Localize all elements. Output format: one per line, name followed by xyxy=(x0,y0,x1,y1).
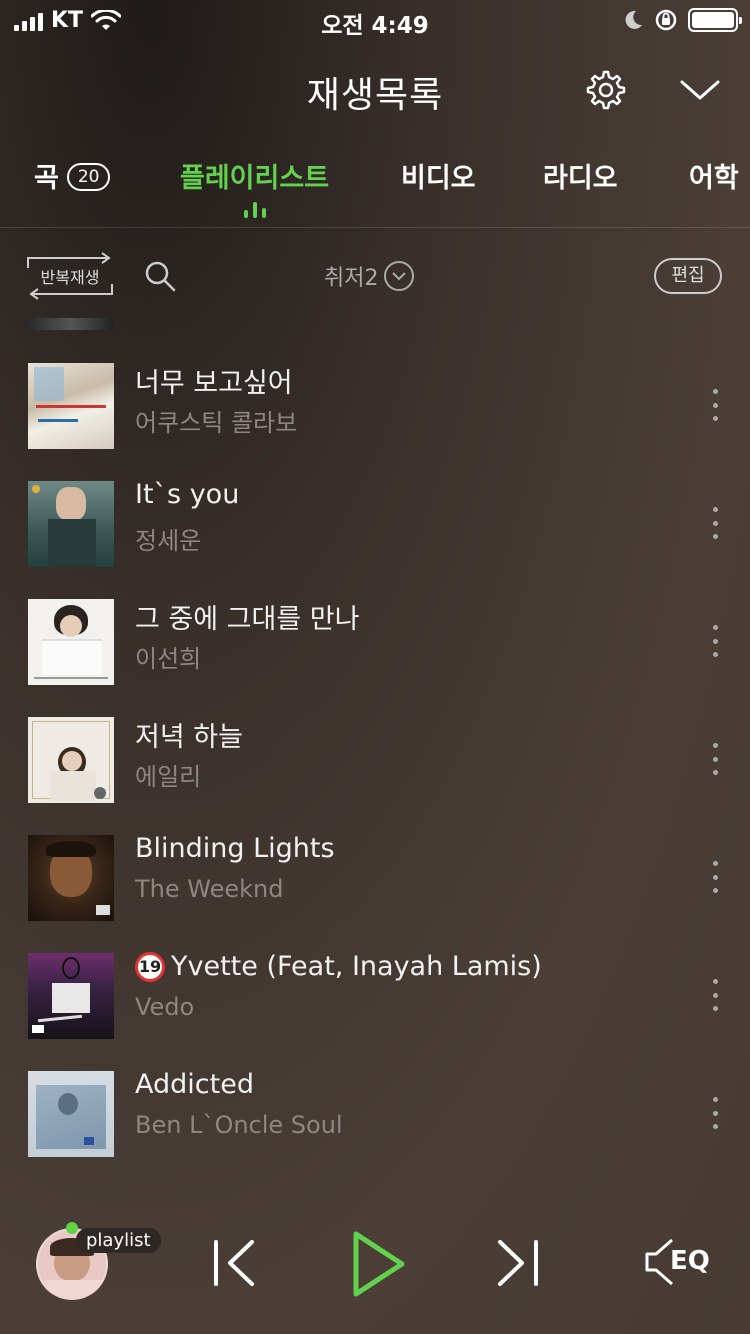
search-icon[interactable] xyxy=(144,260,176,292)
list-toolbar: 반복재생 취저2 편집 xyxy=(0,248,750,304)
status-bar: KT 오전 4:49 xyxy=(0,0,750,40)
gear-icon[interactable] xyxy=(584,68,628,112)
tab-language[interactable]: 어학 xyxy=(689,156,739,195)
mini-player: playlist EQ xyxy=(0,1210,750,1320)
song-artist: 이선희 xyxy=(135,645,202,673)
more-options-icon[interactable] xyxy=(708,625,722,657)
album-art xyxy=(28,953,114,1039)
play-icon[interactable] xyxy=(350,1228,408,1300)
song-artist: The Weeknd xyxy=(135,875,284,903)
album-art xyxy=(28,835,114,921)
more-options-icon[interactable] xyxy=(708,1097,722,1129)
song-artist: 정세운 xyxy=(135,527,202,555)
song-artist: 어쿠스틱 콜라보 xyxy=(135,409,298,437)
list-item[interactable]: Addicted Ben L`Oncle Soul xyxy=(0,1067,750,1163)
online-status-dot xyxy=(66,1222,78,1234)
more-options-icon[interactable] xyxy=(708,979,722,1011)
page-title: 재생목록 xyxy=(306,75,444,116)
tab-songs[interactable]: 곡 20 xyxy=(34,156,111,195)
list-item[interactable]: 저녁 하늘 에일리 xyxy=(0,713,750,809)
song-title: 19 Yvette (Feat, Inayah Lamis) xyxy=(135,951,542,982)
chevron-down-icon[interactable] xyxy=(678,74,722,104)
more-options-icon[interactable] xyxy=(708,389,722,421)
list-item[interactable]: It`s you 정세운 xyxy=(0,477,750,573)
more-options-icon[interactable] xyxy=(708,861,722,893)
album-art xyxy=(28,599,114,685)
list-item[interactable]: 19 Yvette (Feat, Inayah Lamis) Vedo xyxy=(0,949,750,1045)
song-title: 그 중에 그대를 만나 xyxy=(135,604,360,635)
sort-dropdown[interactable]: 취저2 xyxy=(324,260,415,292)
orientation-lock-icon xyxy=(655,9,677,31)
album-art xyxy=(28,481,114,567)
moon-icon xyxy=(625,10,642,29)
song-count-badge: 20 xyxy=(66,162,111,191)
battery-icon xyxy=(688,8,742,32)
song-title: Addicted xyxy=(135,1069,254,1100)
song-artist: Vedo xyxy=(135,993,195,1021)
playlist-badge[interactable]: playlist xyxy=(76,1228,161,1253)
age-restriction-badge: 19 xyxy=(135,951,165,982)
tab-bar: 곡 20 플레이리스트 비디오 라디오 어학 xyxy=(0,150,750,228)
eq-label: EQ xyxy=(670,1246,710,1276)
previous-track-icon[interactable] xyxy=(210,1238,258,1288)
song-title: Blinding Lights xyxy=(135,833,335,864)
song-title: 저녁 하늘 xyxy=(135,722,243,753)
tab-radio[interactable]: 라디오 xyxy=(543,156,618,195)
tab-playlist[interactable]: 플레이리스트 xyxy=(180,156,329,195)
list-item[interactable]: Blinding Lights The Weeknd xyxy=(0,831,750,927)
eq-button[interactable]: EQ xyxy=(644,1236,716,1288)
song-title-text: Yvette (Feat, Inayah Lamis) xyxy=(171,951,542,982)
tab-songs-label: 곡 xyxy=(34,163,59,194)
album-art xyxy=(28,717,114,803)
album-art xyxy=(28,363,114,449)
next-track-icon[interactable] xyxy=(494,1238,542,1288)
more-options-icon[interactable] xyxy=(708,743,722,775)
more-options-icon[interactable] xyxy=(708,507,722,539)
header: 재생목록 xyxy=(0,60,750,120)
album-art-partial xyxy=(28,318,114,330)
song-artist: Ben L`Oncle Soul xyxy=(135,1111,343,1139)
list-item[interactable]: 그 중에 그대를 만나 이선희 xyxy=(0,595,750,691)
song-artist: 에일리 xyxy=(135,763,202,791)
sort-label: 취저2 xyxy=(324,266,379,291)
repeat-label: 반복재생 xyxy=(40,268,100,287)
chevron-down-circle-icon xyxy=(384,261,415,291)
song-title: 너무 보고싶어 xyxy=(135,368,293,399)
edit-button[interactable]: 편집 xyxy=(654,258,722,294)
tab-video[interactable]: 비디오 xyxy=(401,156,476,195)
repeat-button[interactable]: 반복재생 xyxy=(26,252,114,300)
now-playing-indicator-icon xyxy=(244,202,266,218)
song-title: It`s you xyxy=(135,479,240,510)
album-art xyxy=(28,1071,114,1157)
list-item[interactable]: 너무 보고싶어 어쿠스틱 콜라보 xyxy=(0,359,750,455)
